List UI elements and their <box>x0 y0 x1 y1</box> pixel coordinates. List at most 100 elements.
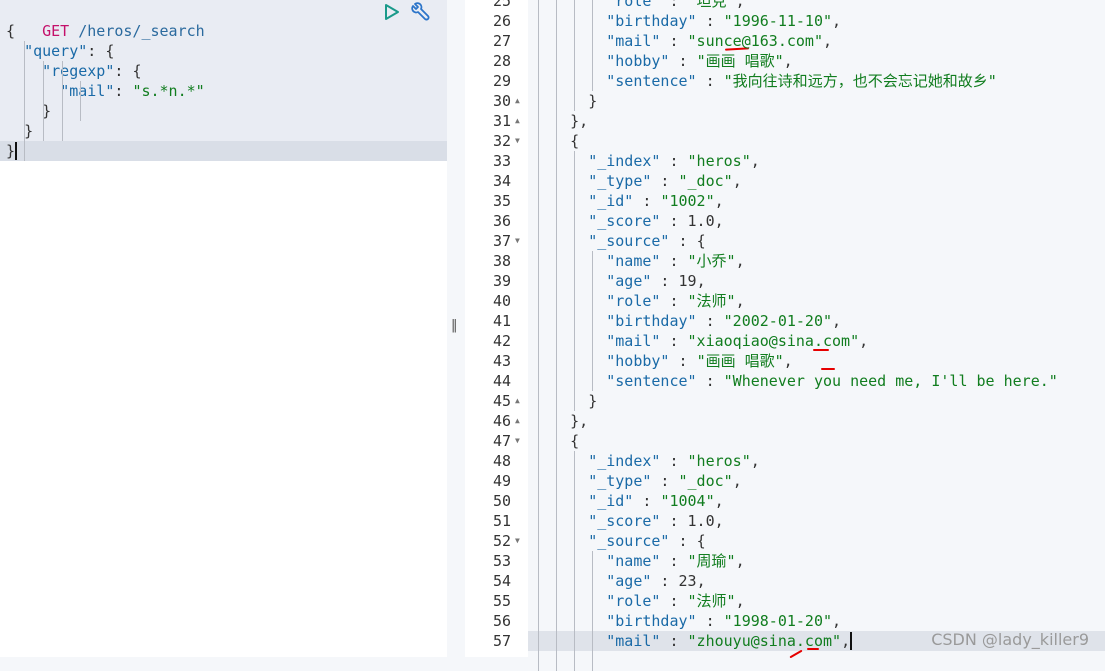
indent-guide <box>574 151 576 411</box>
json-key: "query" <box>24 42 88 60</box>
fold-up-icon[interactable]: ▲ <box>515 411 520 431</box>
response-line: "name" : "周瑜", <box>534 551 744 571</box>
punctuation: , <box>696 272 706 290</box>
request-editor[interactable]: GET /heros/_search { "query": { "regexp"… <box>0 0 447 657</box>
response-line: "_type" : "_doc", <box>534 471 742 491</box>
line-number: 57 <box>492 632 511 650</box>
colon: : <box>651 572 670 590</box>
json-key: "mail" <box>606 332 661 350</box>
wrench-icon[interactable] <box>409 2 431 24</box>
http-method: GET <box>42 22 70 40</box>
response-line: "mail" : "xiaoqiao@sina.com", <box>534 331 868 351</box>
fold-up-icon[interactable]: ▲ <box>515 391 520 411</box>
line-number: 38 <box>492 252 511 270</box>
colon: : <box>633 192 652 210</box>
line-number: 29 <box>492 72 511 90</box>
response-line: }, <box>534 411 588 431</box>
request-actions <box>383 2 431 24</box>
json-key: "mail" <box>606 32 661 50</box>
text-cursor <box>15 142 17 160</box>
punctuation: , <box>859 332 869 350</box>
line-number: 35 <box>492 192 511 210</box>
json-string: "法师" <box>687 292 736 310</box>
response-line: "_id" : "1004", <box>534 491 723 511</box>
response-line: "hobby" : "画画 唱歌", <box>534 351 793 371</box>
request-body-line[interactable]: "query": { <box>6 41 114 61</box>
punctuation: , <box>579 412 589 430</box>
response-line: "mail" : "sunce@163.com", <box>534 31 832 51</box>
punctuation: } <box>570 412 580 430</box>
request-body-line[interactable]: { <box>6 21 15 41</box>
indent-guide <box>538 0 539 671</box>
punctuation: } <box>24 122 34 140</box>
resize-handle[interactable]: ‖ <box>451 318 458 333</box>
request-body-line[interactable]: } <box>6 121 33 141</box>
play-icon[interactable] <box>383 2 401 24</box>
fold-up-icon[interactable]: ▲ <box>515 91 520 111</box>
line-number: 26 <box>492 12 511 30</box>
request-line[interactable]: GET /heros/_search <box>6 1 205 40</box>
json-key: "_index" <box>588 152 661 170</box>
response-line: "_source" : { <box>534 231 705 251</box>
colon: : <box>660 252 679 270</box>
line-number: 33 <box>492 152 511 170</box>
json-string: "1996-11-10" <box>723 12 833 30</box>
colon: : <box>633 492 652 510</box>
indent-guide <box>62 61 63 141</box>
request-body-line[interactable]: } <box>6 141 15 161</box>
json-key: "sentence" <box>606 372 697 390</box>
colon: : <box>696 372 715 390</box>
request-body-line[interactable]: "regexp": { <box>6 61 141 81</box>
punctuation: } <box>6 142 16 160</box>
punctuation: , <box>714 212 724 230</box>
response-line: "_score" : 1.0, <box>534 511 723 531</box>
punctuation: , <box>783 352 793 370</box>
line-number: 36 <box>492 212 511 230</box>
punctuation: , <box>735 252 745 270</box>
punctuation: , <box>732 472 742 490</box>
fold-up-icon[interactable]: ▲ <box>515 111 520 131</box>
json-key: "regexp" <box>42 62 115 80</box>
indent-guide <box>592 251 594 391</box>
colon: : <box>87 42 97 60</box>
colon: : <box>669 352 688 370</box>
colon: : <box>651 472 670 490</box>
colon: : <box>669 232 688 250</box>
line-number: 49 <box>492 472 511 490</box>
json-key: "_index" <box>588 452 661 470</box>
fold-down-icon[interactable]: ▼ <box>515 431 520 451</box>
fold-down-icon[interactable]: ▼ <box>515 231 520 251</box>
json-string: "1002" <box>660 192 715 210</box>
fold-down-icon[interactable]: ▼ <box>515 131 520 151</box>
fold-down-icon[interactable]: ▼ <box>515 531 520 551</box>
response-line: "age" : 19, <box>534 271 706 291</box>
colon: : <box>660 632 679 650</box>
colon: : <box>696 312 715 330</box>
request-body-line[interactable]: "mail": "s.*n.*" <box>6 81 205 101</box>
json-key: "_id" <box>588 192 634 210</box>
indent-guide <box>592 0 594 91</box>
json-key: "role" <box>606 292 661 310</box>
line-number: 37 <box>492 232 511 250</box>
response-viewer[interactable]: 25 "role" : "坦克", 26 "birthday" : "1996-1… <box>465 0 1105 671</box>
request-body-line[interactable]: } <box>6 101 51 121</box>
